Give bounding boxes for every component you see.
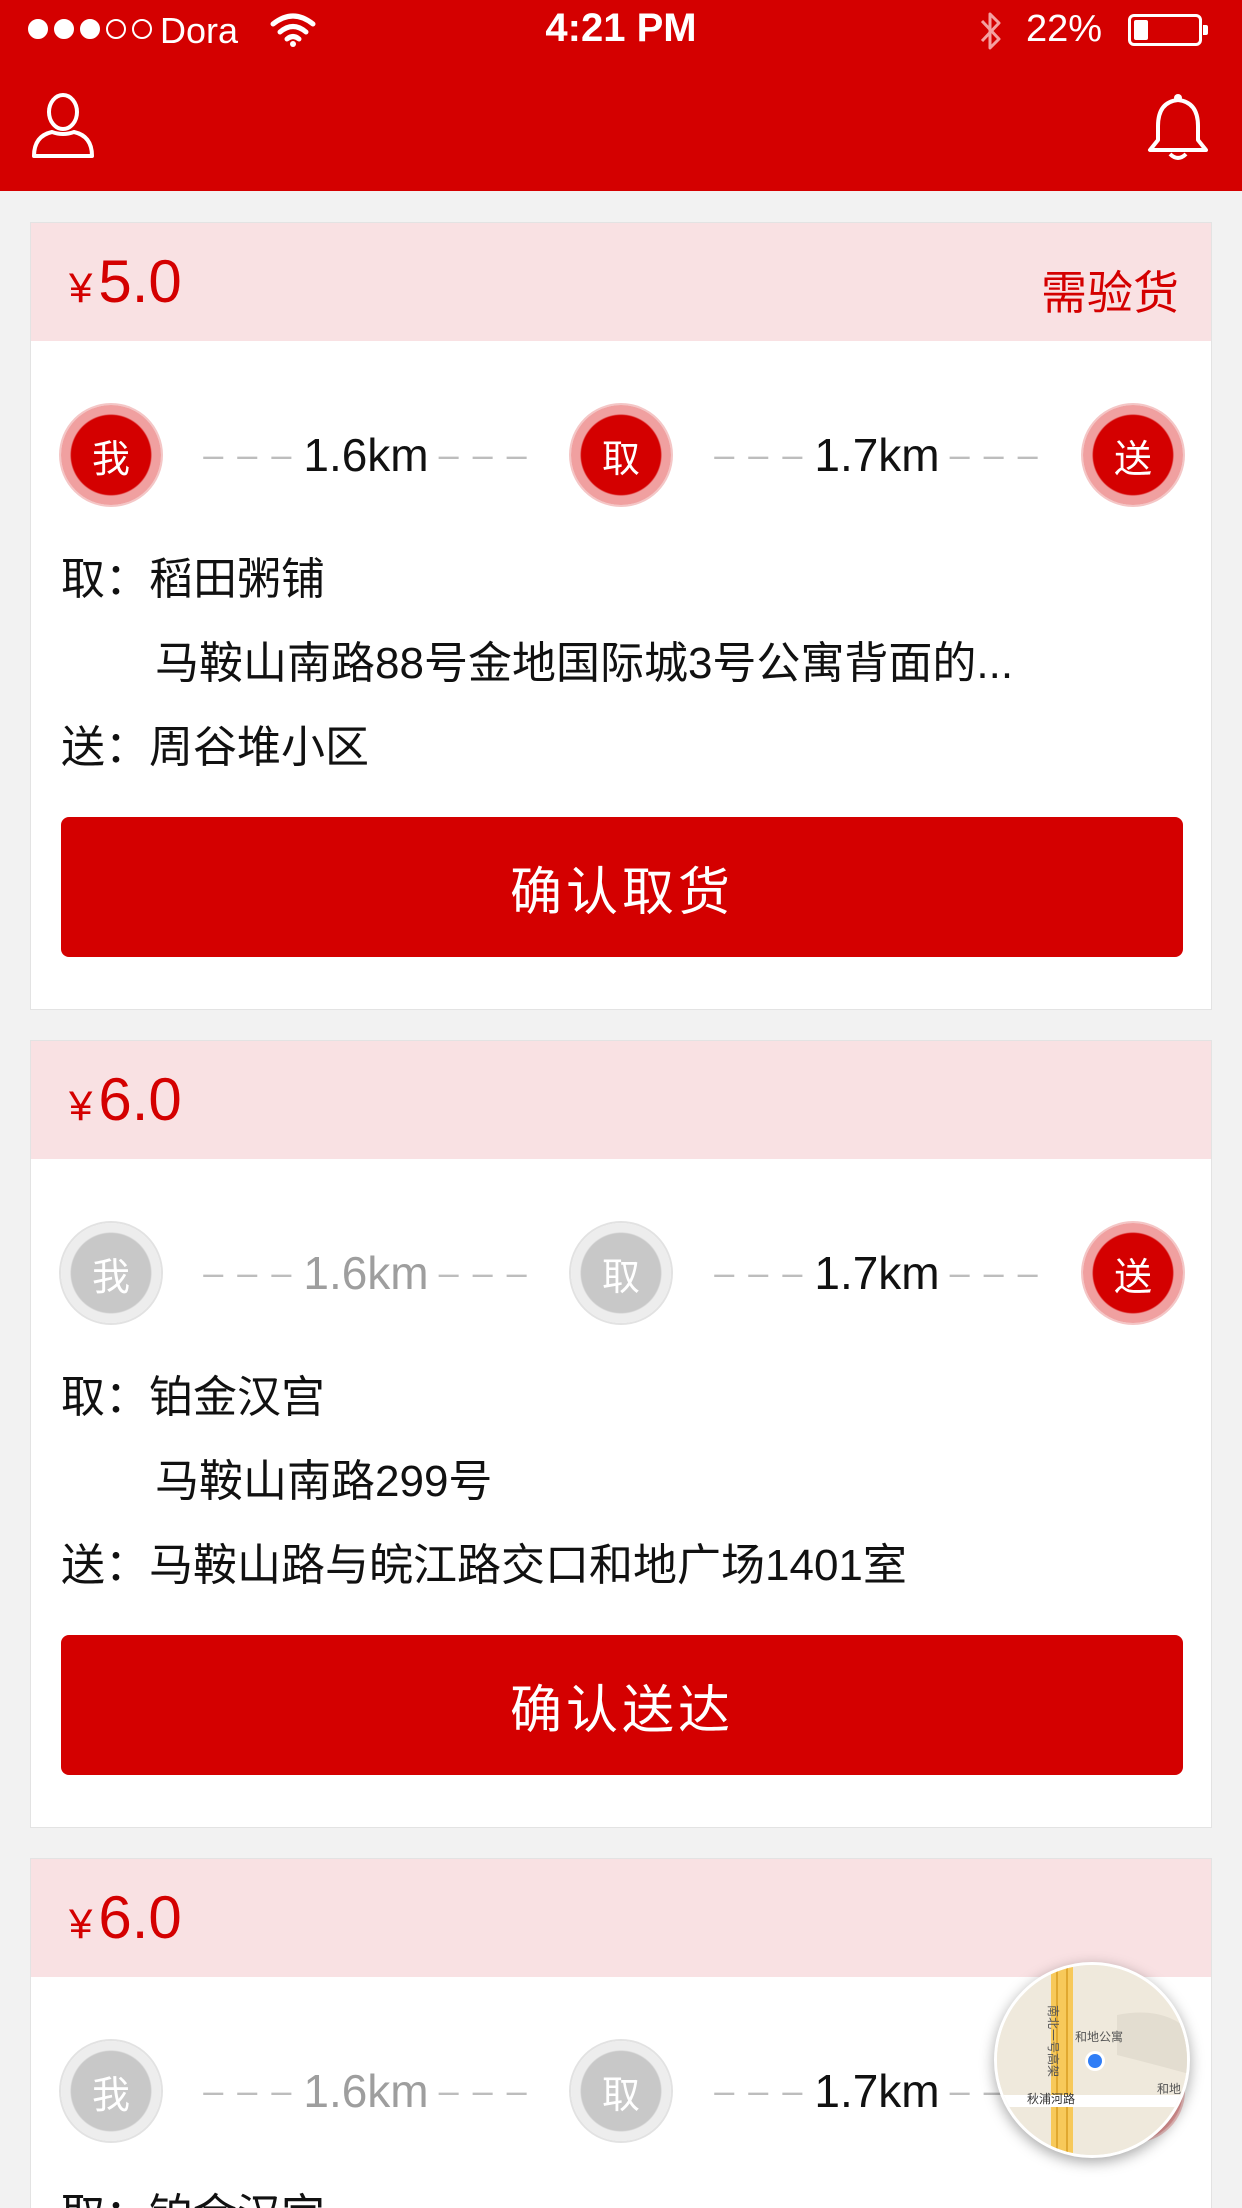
- currency-symbol: ¥: [69, 1082, 93, 1129]
- distance-to-delivery: – – –1.7km – – –: [714, 429, 1040, 481]
- map-label: 南北一号高架: [1046, 2005, 1061, 2077]
- pickup-name: 铂金汉宫: [149, 2191, 325, 2208]
- pickup-name-line: 取：稻田粥铺: [61, 543, 1181, 607]
- app-header: Dora 4:21 PM 22%: [0, 0, 1242, 191]
- me-badge: 我: [61, 405, 161, 505]
- pickup-name-line: 取：铂金汉宫: [61, 2179, 1181, 2208]
- map-label: 和地公寓: [1075, 2029, 1123, 2044]
- deliver-badge: 送: [1083, 405, 1183, 505]
- pickup-badge: 取: [571, 1223, 671, 1323]
- me-badge: 我: [61, 1223, 161, 1323]
- order-card-header: ¥ 6.0: [31, 1859, 1211, 1977]
- distance-to-pickup: – – –1.6km – – –: [203, 1247, 529, 1299]
- pickup-prefix: 取：: [61, 555, 149, 604]
- deliver-prefix: 送：: [61, 723, 149, 772]
- currency-symbol: ¥: [69, 1900, 93, 1947]
- confirm-delivery-button[interactable]: 确认送达: [61, 1635, 1183, 1775]
- order-card[interactable]: ¥ 5.0 需验货 我 – – –1.6km – – – 取 – – –1.7km…: [30, 222, 1212, 1010]
- pickup-badge: 取: [571, 405, 671, 505]
- map-label: 秋浦河路: [1027, 2091, 1075, 2106]
- price-amount: 6.0: [98, 1884, 182, 1951]
- pickup-name: 稻田粥铺: [149, 555, 325, 604]
- deliver-prefix: 送：: [61, 1541, 149, 1590]
- bluetooth-icon: [980, 12, 1001, 50]
- order-price: ¥ 6.0: [69, 1065, 182, 1134]
- price-amount: 6.0: [98, 1066, 182, 1133]
- deliver-badge: 送: [1083, 1223, 1183, 1323]
- pickup-name: 铂金汉宫: [149, 1373, 325, 1422]
- pickup-prefix: 取：: [61, 2191, 149, 2208]
- delivery-line: 送：周谷堆小区: [61, 711, 1181, 775]
- pickup-address: 马鞍山南路299号: [155, 1457, 493, 1506]
- pickup-prefix: 取：: [61, 1373, 149, 1422]
- me-badge: 我: [61, 2041, 161, 2141]
- delivery-address: 马鞍山路与皖江路交口和地广场1401室: [149, 1541, 907, 1590]
- status-bar: Dora 4:21 PM 22%: [0, 0, 1242, 60]
- order-card-header: ¥ 5.0 需验货: [31, 223, 1211, 341]
- distance-to-pickup: – – –1.6km – – –: [203, 429, 529, 481]
- order-price: ¥ 6.0: [69, 1883, 182, 1952]
- order-card-header: ¥ 6.0: [31, 1041, 1211, 1159]
- currency-symbol: ¥: [69, 264, 93, 311]
- pickup-badge: 取: [571, 2041, 671, 2141]
- pickup-address: 马鞍山南路88号金地国际城3号公寓背面的...: [155, 639, 1014, 688]
- order-card[interactable]: ¥ 6.0 我 – – –1.6km – – – 取 – – –1.7km – – …: [30, 1040, 1212, 1828]
- map-thumbnail: 南北一号高架 和地公寓 秋浦河路 和地: [997, 1965, 1187, 2155]
- bell-icon[interactable]: [1144, 92, 1212, 162]
- distance-to-pickup: – – –1.6km – – –: [203, 2065, 529, 2117]
- map-label: 和地: [1157, 2082, 1181, 2096]
- route-progress: 我 – – –1.6km– – – 取 – – –1.7km– – – 送: [61, 405, 1183, 505]
- confirm-pickup-button[interactable]: 确认取货: [61, 817, 1183, 957]
- delivery-line: 送：马鞍山路与皖江路交口和地广场1401室: [61, 1529, 1181, 1593]
- battery-icon: [1128, 14, 1208, 46]
- user-icon[interactable]: [30, 92, 96, 160]
- delivery-address: 周谷堆小区: [149, 723, 369, 772]
- route-progress: 我 – – –1.6km– – – 取 – – –1.7km– – – 送: [61, 1223, 1183, 1323]
- inspection-required-tag: 需验货: [1041, 267, 1179, 319]
- order-price: ¥ 5.0: [69, 247, 182, 316]
- price-amount: 5.0: [98, 248, 182, 315]
- battery-percentage: 22%: [1026, 8, 1103, 50]
- floating-map-button[interactable]: 南北一号高架 和地公寓 秋浦河路 和地: [994, 1962, 1190, 2158]
- distance-to-delivery: – – –1.7km – – –: [714, 1247, 1040, 1299]
- pickup-name-line: 取：铂金汉宫: [61, 1361, 1181, 1425]
